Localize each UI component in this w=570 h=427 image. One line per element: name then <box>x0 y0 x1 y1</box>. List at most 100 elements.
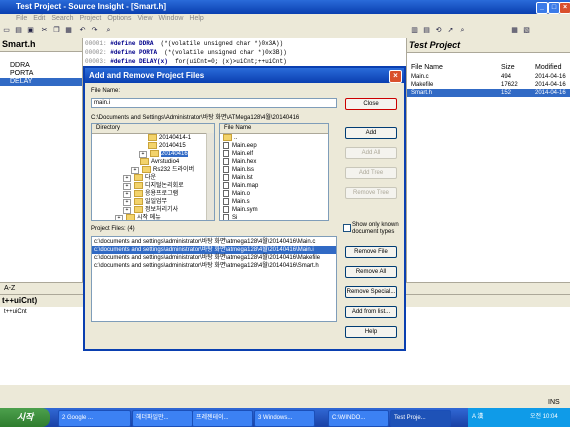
menu-item-help[interactable]: Help <box>189 15 203 22</box>
directory-item[interactable]: + 정보처리기사 <box>92 206 214 215</box>
symbol-item[interactable]: PORTA <box>0 70 82 78</box>
directory-list[interactable]: Directory 20140414-1 20140415 +20140416 Avr… <box>91 123 215 221</box>
file-item[interactable]: Main.lst <box>220 174 328 182</box>
directory-item[interactable]: 20140414-1 <box>92 134 214 142</box>
file-item[interactable]: .. <box>220 134 328 142</box>
menu-item-file[interactable]: File <box>16 15 27 22</box>
help-button[interactable]: Help <box>345 326 397 338</box>
file-item[interactable]: Main.lss <box>220 166 328 174</box>
taskbar-task[interactable]: 헤더파일만... <box>132 410 193 427</box>
symbol-window-icon[interactable]: ▤ <box>422 26 431 35</box>
minimize-button[interactable]: _ <box>536 2 548 14</box>
menu-item-options[interactable]: Options <box>107 15 131 22</box>
project-file-item[interactable]: c:\documents and settings\administrator\… <box>92 254 336 262</box>
pointer-icon[interactable]: ➚ <box>446 26 455 35</box>
expand-icon[interactable]: + <box>123 191 131 199</box>
file-item[interactable]: Main.o <box>220 190 328 198</box>
expand-icon[interactable]: + <box>123 199 131 207</box>
add-from-list-button[interactable]: Add from list... <box>345 306 397 318</box>
menu-item-view[interactable]: View <box>137 15 152 22</box>
file-item[interactable]: Main.sym <box>220 206 328 214</box>
directory-item[interactable]: +20140416 <box>92 150 214 159</box>
directory-item[interactable]: + 디지털논리회로 <box>92 182 214 191</box>
file-item-label: Main.s <box>232 199 250 206</box>
directory-scrollbar[interactable] <box>206 133 214 220</box>
column-header-size[interactable]: Size <box>501 64 515 71</box>
code-line: 00002: #define PORTA (*(volatile unsigne… <box>85 48 287 57</box>
taskbar-task[interactable]: 프레젠테이... <box>192 410 253 427</box>
file-item-label: Main.lst <box>232 175 253 182</box>
expand-icon[interactable]: + <box>123 175 131 183</box>
remove-special-button[interactable]: Remove Special... <box>345 286 397 298</box>
paste-icon[interactable]: ▦ <box>64 26 73 35</box>
browse-icon[interactable]: ⟲ <box>434 26 443 35</box>
expand-icon[interactable]: + <box>123 183 131 191</box>
new-file-icon[interactable]: ▭ <box>2 26 11 35</box>
ime-indicator[interactable]: A 漢 <box>472 408 483 427</box>
directory-item[interactable]: + 일일업무 <box>92 198 214 207</box>
remove-all-button[interactable]: Remove All <box>345 266 397 278</box>
file-item[interactable]: Main.s <box>220 198 328 206</box>
sort-az-tab[interactable]: A-Z <box>0 285 15 292</box>
menu-item-search[interactable]: Search <box>51 15 73 22</box>
file-item[interactable]: Si <box>220 214 328 220</box>
file-item[interactable]: Main.map <box>220 182 328 190</box>
remove-tree-button[interactable]: Remove Tree <box>345 187 397 199</box>
add-button[interactable]: Add <box>345 127 397 139</box>
close-window-button[interactable]: × <box>559 2 570 14</box>
taskbar-task[interactable]: C:\WINDO... <box>328 410 389 427</box>
file-list[interactable]: File Name .. Main.eep Main.elf Main.hex Main… <box>219 123 329 221</box>
menu-item-window[interactable]: Window <box>159 15 184 22</box>
context-window-icon[interactable]: ▧ <box>522 26 531 35</box>
taskbar-task[interactable]: 3 Windows... <box>254 410 315 427</box>
dialog-title: Add and Remove Project Files <box>89 71 205 80</box>
symbol-item[interactable]: DELAY <box>0 78 82 86</box>
menu-item-project[interactable]: Project <box>80 15 102 22</box>
add-tree-button[interactable]: Add Tree <box>345 167 397 179</box>
undo-icon[interactable]: ↶ <box>78 26 87 35</box>
search-icon[interactable]: ⌕ <box>458 26 467 35</box>
redo-icon[interactable]: ↷ <box>90 26 99 35</box>
directory-item[interactable]: Avrstudio4 <box>92 158 214 166</box>
project-file-row[interactable]: Makefile 17622 2014-04-16 <box>407 81 570 89</box>
dialog-close-button[interactable]: × <box>389 70 402 83</box>
file-modified: 2014-04-16 <box>535 74 566 80</box>
find-icon[interactable]: ⌕ <box>104 26 113 35</box>
column-header-file-name[interactable]: File Name <box>411 64 443 71</box>
project-file-row[interactable]: Smart.h 152 2014-04-16 <box>407 89 570 97</box>
remove-file-button[interactable]: Remove File <box>345 246 397 258</box>
save-icon[interactable]: ▣ <box>26 26 35 35</box>
project-file-row[interactable]: Main.c 494 2014-04-16 <box>407 73 570 81</box>
directory-item[interactable]: 20140415 <box>92 142 214 150</box>
project-files-list[interactable]: c:\documents and settings\administrator\… <box>91 236 337 322</box>
symbol-item[interactable]: DDRA <box>0 62 82 70</box>
add-all-button[interactable]: Add All <box>345 147 397 159</box>
file-modified: 2014-04-16 <box>535 90 566 96</box>
file-name-input[interactable]: main.i <box>91 98 337 108</box>
file-item[interactable]: Main.eep <box>220 142 328 150</box>
taskbar-task[interactable]: Test Proje... <box>390 410 451 427</box>
insert-mode-indicator: INS <box>548 399 560 406</box>
taskbar-task[interactable]: 2 Google ... <box>58 410 131 427</box>
file-item[interactable]: Main.hex <box>220 158 328 166</box>
file-item[interactable]: Main.elf <box>220 150 328 158</box>
copy-icon[interactable]: ❐ <box>52 26 61 35</box>
layout-icon[interactable]: ▥ <box>410 26 419 35</box>
relation-window-icon[interactable]: ▦ <box>510 26 519 35</box>
start-button[interactable]: 시작 <box>0 408 50 427</box>
directory-item[interactable]: + 다운 <box>92 174 214 183</box>
open-file-icon[interactable]: ▤ <box>14 26 23 35</box>
directory-item[interactable]: + Rs232 드라이버 <box>92 166 214 175</box>
project-file-item[interactable]: c:\documents and settings\administrator\… <box>92 262 336 270</box>
define-keyword: #define <box>110 58 136 65</box>
menu-item-edit[interactable]: Edit <box>33 15 45 22</box>
cut-icon[interactable]: ✂ <box>40 26 49 35</box>
directory-item[interactable]: + 응용프로그램 <box>92 190 214 199</box>
close-button[interactable]: Close <box>345 98 397 110</box>
project-file-item[interactable]: c:\documents and settings\administrator\… <box>92 238 336 246</box>
show-only-known-checkbox[interactable] <box>343 224 351 232</box>
column-header-modified[interactable]: Modified <box>535 64 561 71</box>
directory-item[interactable]: + 시작 메뉴 <box>92 214 214 220</box>
expand-icon[interactable]: + <box>115 215 123 220</box>
project-file-item[interactable]: c:\documents and settings\administrator\… <box>92 246 336 254</box>
